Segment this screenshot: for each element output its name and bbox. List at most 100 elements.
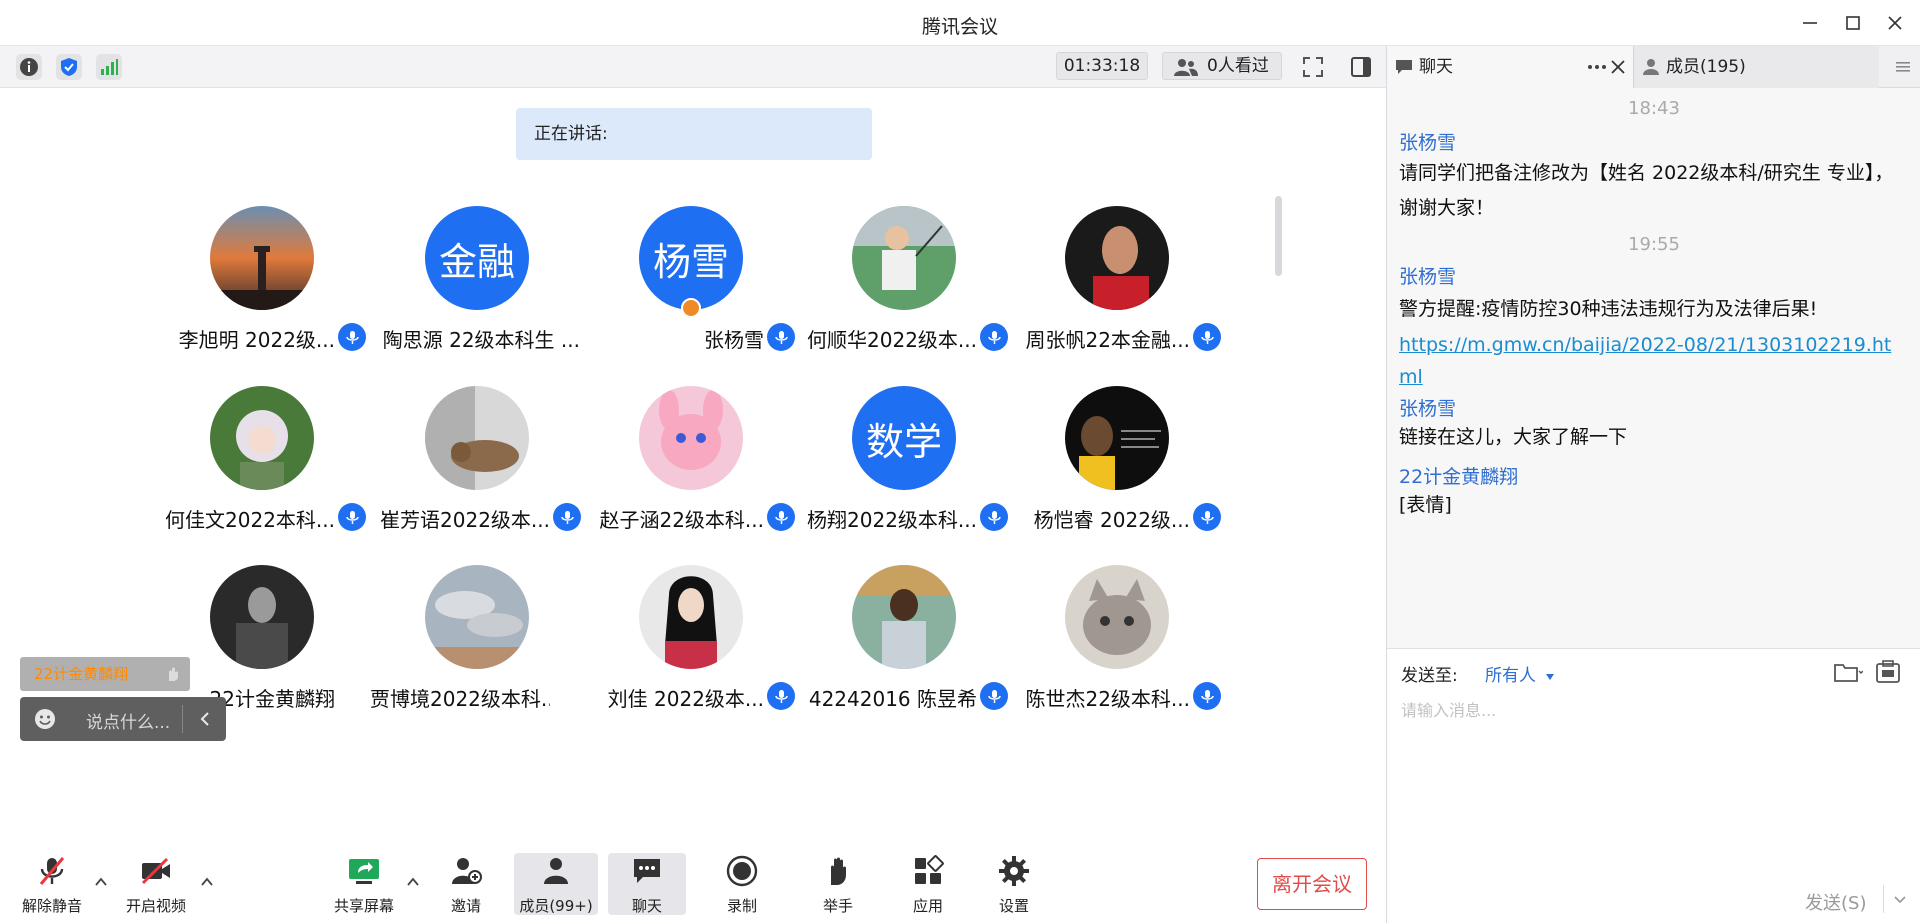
chevron-up-icon[interactable] [200,875,214,889]
chevron-down-icon[interactable] [1893,895,1907,905]
participant-tile[interactable]: 42242016 陈昱希 [797,565,1010,725]
participant-name: 李旭明 2022级... [178,328,335,352]
record-button[interactable]: 录制 [700,845,784,923]
members-label: 成员(99+) [519,897,593,915]
more-icon[interactable] [1587,64,1607,70]
settings-button[interactable]: 设置 [972,845,1056,923]
avatar: 金融 [425,206,529,310]
side-panel-tabs: 聊天 成员(195) [1387,46,1920,88]
participant-tile[interactable]: 杨雪 张杨雪 [584,206,797,366]
message-sender[interactable]: 张杨雪 [1399,262,1456,289]
mic-status [338,503,366,531]
message-timestamp: 18:43 [1628,98,1680,119]
divider [1883,885,1884,913]
folder-icon[interactable] [1833,661,1863,683]
meeting-info-button[interactable] [16,54,42,80]
mic-icon [1201,331,1214,344]
tab-members[interactable]: 成员(195) [1633,46,1879,88]
leave-meeting-button[interactable]: 离开会议 [1257,858,1367,910]
avatar [852,565,956,669]
apps-button[interactable]: 应用 [886,845,970,923]
compose-area: 发送至: 所有人 请输入消息... 发送(S) [1387,648,1920,923]
participant-tile[interactable]: 赵子涵22级本科... [584,386,797,546]
invite-button[interactable]: 邀请 [424,845,508,923]
message-sender[interactable]: 22计金黄麟翔 [1399,462,1518,489]
participant-tile[interactable]: 崔芳语2022级本... [370,386,583,546]
close-window-button[interactable] [1882,10,1908,36]
athlete-portrait-image [1065,206,1169,310]
raise-hand-button[interactable]: 举手 [796,845,880,923]
record-icon [726,855,758,887]
chevron-up-icon[interactable] [94,875,108,889]
chat-button[interactable]: 聊天 [608,853,686,915]
tab-members-label: 成员(195) [1666,57,1746,77]
side-panel: 聊天 成员(195) 18:43 张杨雪 请同学们把备注修改为【姓名 2022级… [1386,46,1920,923]
send-button[interactable]: 发送(S) [1805,889,1866,915]
pink-cartoon-image [639,386,743,490]
apps-icon [915,855,944,884]
badminton-player-image [852,206,956,310]
participant-tile[interactable]: 周张帆22本金融... [1010,206,1223,366]
chevron-up-icon[interactable] [406,875,420,889]
message-sender[interactable]: 张杨雪 [1399,394,1456,421]
security-button[interactable] [56,54,82,80]
message-sender[interactable]: 张杨雪 [1399,128,1456,155]
participant-name: 陶思源 22级本科生 ... [382,328,580,352]
sidebar-icon [1351,57,1371,77]
chevron-left-icon [200,712,209,726]
network-status-button[interactable] [96,54,122,80]
message-input[interactable]: 请输入消息... [1401,697,1496,721]
tab-chat-label: 聊天 [1419,57,1453,77]
avatar [1065,565,1169,669]
participant-name: 赵子涵22级本科... [599,508,764,532]
participant-tile[interactable]: 陈世杰22级本科... [1010,565,1223,725]
mic-icon [561,511,574,524]
members-button[interactable]: 成员(99+) [514,853,598,915]
participant-tile[interactable]: 何佳文2022本科... [155,386,368,546]
participant-name: 杨翔2022级本科... [807,508,977,532]
recipient-select[interactable]: 所有人 [1485,661,1555,686]
tab-chat[interactable]: 聊天 [1387,46,1633,88]
announcement-icon[interactable] [1875,659,1901,685]
maximize-icon [1846,16,1860,30]
maximize-button[interactable] [1840,10,1866,36]
mic-status [980,323,1008,351]
mic-icon [775,331,788,344]
menu-icon[interactable] [1895,60,1911,74]
add-person-icon [452,858,482,884]
participant-tile[interactable]: 数学 杨翔2022级本科... [797,386,1010,546]
mic-status [980,503,1008,531]
quick-chat-box[interactable]: 说点什么... [20,697,226,741]
unmute-button[interactable]: 解除静音 [10,845,94,923]
meeting-timer: 01:33:18 [1056,52,1148,80]
fullscreen-button[interactable] [1300,54,1326,80]
participant-name: 刘佳 2022级本... [607,687,764,711]
participant-tile[interactable]: 刘佳 2022级本... [584,565,797,725]
avatar [639,386,743,490]
participant-tile[interactable]: 何顺华2022级本... [797,206,1010,366]
participant-tile[interactable]: 贾博境2022级本科... [370,565,583,725]
participant-name: 周张帆22本金融... [1025,328,1190,352]
unmute-label: 解除静音 [21,897,82,915]
hand-icon [169,667,178,681]
toggle-sidebar-button[interactable] [1348,54,1374,80]
participant-tile[interactable]: 杨恺睿 2022级... [1010,386,1223,546]
basketball-player-image [1065,386,1169,490]
message-text: 链接在这儿，大家了解一下 [1399,426,1628,448]
gallery-scrollbar[interactable] [1275,196,1282,276]
minimize-button[interactable] [1797,10,1823,36]
viewers-button[interactable]: 0人看过 [1162,52,1282,80]
emoji-icon [35,709,55,729]
mic-status [1193,503,1221,531]
close-icon[interactable] [1611,60,1625,74]
quick-chat-placeholder: 说点什么... [86,713,171,733]
share-screen-button[interactable]: 共享屏幕 [322,845,406,923]
start-video-button[interactable]: 开启视频 [114,845,198,923]
participant-tile[interactable]: 李旭明 2022级... [155,206,368,366]
avatar [1065,386,1169,490]
mic-muted-icon [39,857,65,885]
participant-tile[interactable]: 金融 陶思源 22级本科生 ... [370,206,583,366]
share-screen-label: 共享屏幕 [333,897,394,915]
message-link[interactable]: https://m.gmw.cn/baijia/2022-08/21/13031… [1399,329,1909,393]
participant-name: 崔芳语2022级本... [380,508,550,532]
